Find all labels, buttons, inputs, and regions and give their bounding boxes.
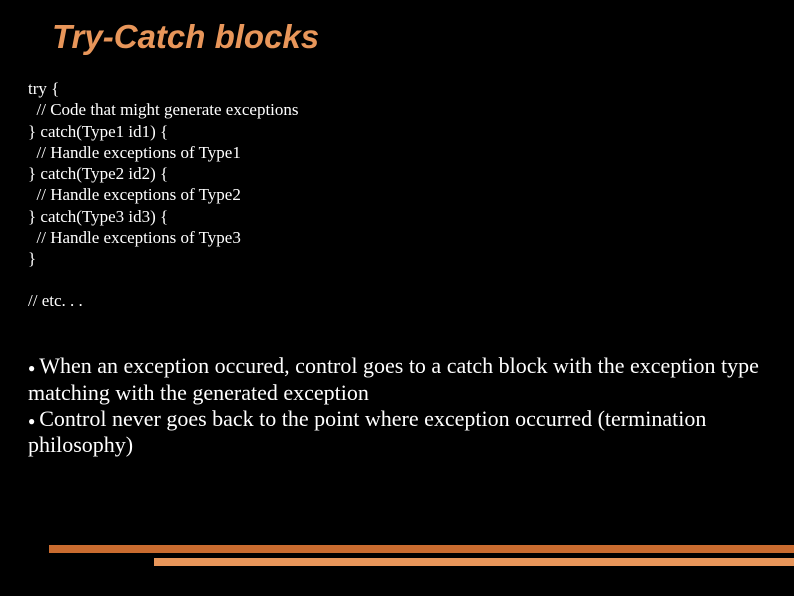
bullet-icon: ●: [28, 414, 35, 428]
slide-container: Try-Catch blocks try { // Code that migh…: [0, 0, 794, 596]
slide-title: Try-Catch blocks: [52, 18, 766, 56]
code-line: // Handle exceptions of Type2: [28, 185, 241, 204]
code-line: }: [28, 249, 36, 268]
etc-line: // etc. . .: [28, 291, 766, 311]
code-line: } catch(Type2 id2) {: [28, 164, 168, 183]
code-line: // Code that might generate exceptions: [28, 100, 299, 119]
bullet-text: When an exception occured, control goes …: [28, 353, 759, 404]
body-text: ●When an exception occured, control goes…: [28, 353, 766, 459]
code-line: // Handle exceptions of Type1: [28, 143, 241, 162]
bullet-text: Control never goes back to the point whe…: [28, 406, 706, 457]
code-line: // Handle exceptions of Type3: [28, 228, 241, 247]
code-line: } catch(Type3 id3) {: [28, 207, 168, 226]
bullet-icon: ●: [28, 361, 35, 375]
code-line: } catch(Type1 id1) {: [28, 122, 168, 141]
footer-bar-light: [154, 558, 794, 566]
code-block: try { // Code that might generate except…: [28, 78, 766, 269]
code-line: try {: [28, 79, 59, 98]
footer-bar-dark: [49, 545, 794, 553]
